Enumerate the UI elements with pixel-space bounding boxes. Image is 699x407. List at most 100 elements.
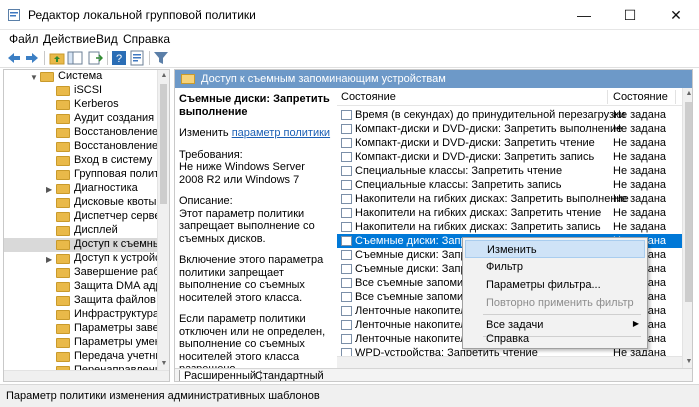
tree-item[interactable]: Диспетчер сервера [4,210,159,224]
requirements-text: Не ниже Windows Server 2008 R2 или Windo… [179,161,305,186]
list-item[interactable]: Накопители на гибких дисках: Запретить ч… [337,206,682,220]
extended-description: Съемные диски: Запретить выполнение Изме… [175,88,335,375]
description-label: Описание: [179,195,233,207]
tree-item[interactable]: Передача учетных [4,350,159,364]
column-name[interactable]: Состояние [341,91,396,103]
tab-standard[interactable]: Стандартный [251,370,328,381]
toolbar: ? [0,48,699,68]
folder-icon [40,72,54,82]
tree-item[interactable]: iSCSI [4,84,159,98]
list-item[interactable]: Специальные классы: Запретить чтение Не з… [337,164,682,178]
ctx-edit[interactable]: Изменить [465,240,645,258]
export-list-icon[interactable] [87,50,103,66]
policy-setting-icon [341,236,352,246]
tree-item[interactable]: Аудит создания пр [4,112,159,126]
minimize-icon: — [577,7,591,23]
folder-icon [56,142,70,152]
menu-view[interactable]: Вид [96,32,118,46]
list-item[interactable]: Компакт-диски и DVD-диски: Запретить чте… [337,136,682,150]
policy-setting-icon [341,194,352,204]
folder-icon [56,184,70,194]
tab-extended[interactable]: Расширенный [179,370,261,381]
tree-vertical-scrollbar[interactable]: ▲ ▼ [157,70,169,381]
folder-icon [56,114,70,124]
properties-icon[interactable] [129,50,145,66]
ctx-help[interactable]: Справка [465,330,645,348]
maximize-icon: ☐ [623,7,637,23]
tree-item-removable-access[interactable]: Доступ к съемны [4,238,159,252]
policy-setting-icon [341,110,352,120]
tree-item[interactable]: ▶ Доступ к устройств [4,252,159,266]
scroll-thumb[interactable] [160,84,167,204]
folder-icon [56,254,70,264]
scroll-up-icon[interactable]: ▲ [158,71,169,81]
filter-icon[interactable] [153,50,169,66]
tree-item[interactable]: ▶ Диагностика [4,182,159,196]
folder-icon [181,74,195,84]
edit-policy-link[interactable]: параметр политики [232,127,330,139]
scroll-thumb[interactable] [685,102,692,302]
folder-icon [56,100,70,110]
list-item[interactable]: Специальные классы: Запретить запись Не з… [337,178,682,192]
menu-file[interactable]: Файл [9,32,39,46]
tree-item[interactable]: Вход в систему [4,154,159,168]
list-horizontal-scrollbar[interactable] [337,356,682,368]
tree-pane[interactable]: ▼ Система iSCSI Kerberos Аудит создания … [3,69,170,382]
scroll-down-icon[interactable]: ▼ [683,357,692,367]
scroll-down-icon[interactable]: ▼ [158,359,169,369]
policy-setting-icon [341,250,352,260]
back-arrow-icon[interactable] [6,50,22,66]
tree-item[interactable]: Kerberos [4,98,159,112]
forward-arrow-icon[interactable] [24,50,40,66]
tree-item-system[interactable]: ▼ Система [4,70,159,84]
folder-up-icon[interactable] [49,50,65,66]
close-button[interactable]: ✕ [653,0,699,30]
list-item[interactable]: Накопители на гибких дисках: Запретить в… [337,192,682,206]
list-item[interactable]: Компакт-диски и DVD-диски: Запретить зап… [337,150,682,164]
folder-icon [56,170,70,180]
tree-item[interactable]: Защита DMA адра [4,280,159,294]
collapse-icon[interactable]: ▼ [30,73,38,82]
list-item[interactable]: Накопители на гибких дисках: Запретить з… [337,220,682,234]
ctx-filter[interactable]: Фильтр [465,258,645,276]
tree-item[interactable]: Групповая полити [4,168,159,182]
tree-item[interactable]: Защита файлов W [4,294,159,308]
folder-icon [56,226,70,236]
list-item[interactable]: Время (в секундах) до принудительной пер… [337,108,682,122]
tree-item[interactable]: Восстановление си [4,140,159,154]
tree-item[interactable]: Дисплей [4,224,159,238]
tree-item[interactable]: Завершение работ [4,266,159,280]
expand-icon[interactable]: ▶ [46,185,52,194]
view-tabs: Расширенный Стандартный [175,368,692,381]
list-vertical-scrollbar[interactable]: ▲ ▼ [682,88,692,368]
scroll-up-icon[interactable]: ▲ [683,89,692,99]
maximize-button[interactable]: ☐ [607,0,653,30]
status-bar: Параметр политики изменения администрати… [0,384,699,407]
folder-icon [56,240,70,250]
list-header: Состояние Состояние [337,88,682,106]
tree-item[interactable]: Параметры умень [4,336,159,350]
tree-item[interactable]: Параметры завер [4,322,159,336]
minimize-button[interactable]: — [561,0,607,30]
column-state[interactable]: Состояние [613,91,668,103]
folder-icon [56,128,70,138]
expand-icon[interactable]: ▶ [46,255,52,264]
menu-action[interactable]: Действие [43,32,96,46]
list-item[interactable]: Компакт-диски и DVD-диски: Запретить вып… [337,122,682,136]
tree-item[interactable]: Инфраструктура к [4,308,159,322]
help-icon[interactable]: ? [111,50,127,66]
tree-horizontal-scrollbar[interactable] [4,370,169,381]
policy-setting-icon [341,278,352,288]
tree-item[interactable]: Восстановление [4,126,159,140]
folder-icon [56,324,70,334]
folder-icon [56,338,70,348]
show-hide-tree-icon[interactable] [67,50,83,66]
ctx-reapply-filter: Повторно применить фильтр [486,297,634,309]
policy-setting-icon [341,292,352,302]
tree-item[interactable]: Дисковые квоты [4,196,159,210]
ctx-filter-options[interactable]: Параметры фильтра... [465,276,645,294]
policy-setting-icon [341,180,352,190]
folder-icon [56,156,70,166]
context-menu: Изменить Фильтр Параметры фильтра... Пов… [462,237,648,349]
menu-help[interactable]: Справка [123,32,170,46]
